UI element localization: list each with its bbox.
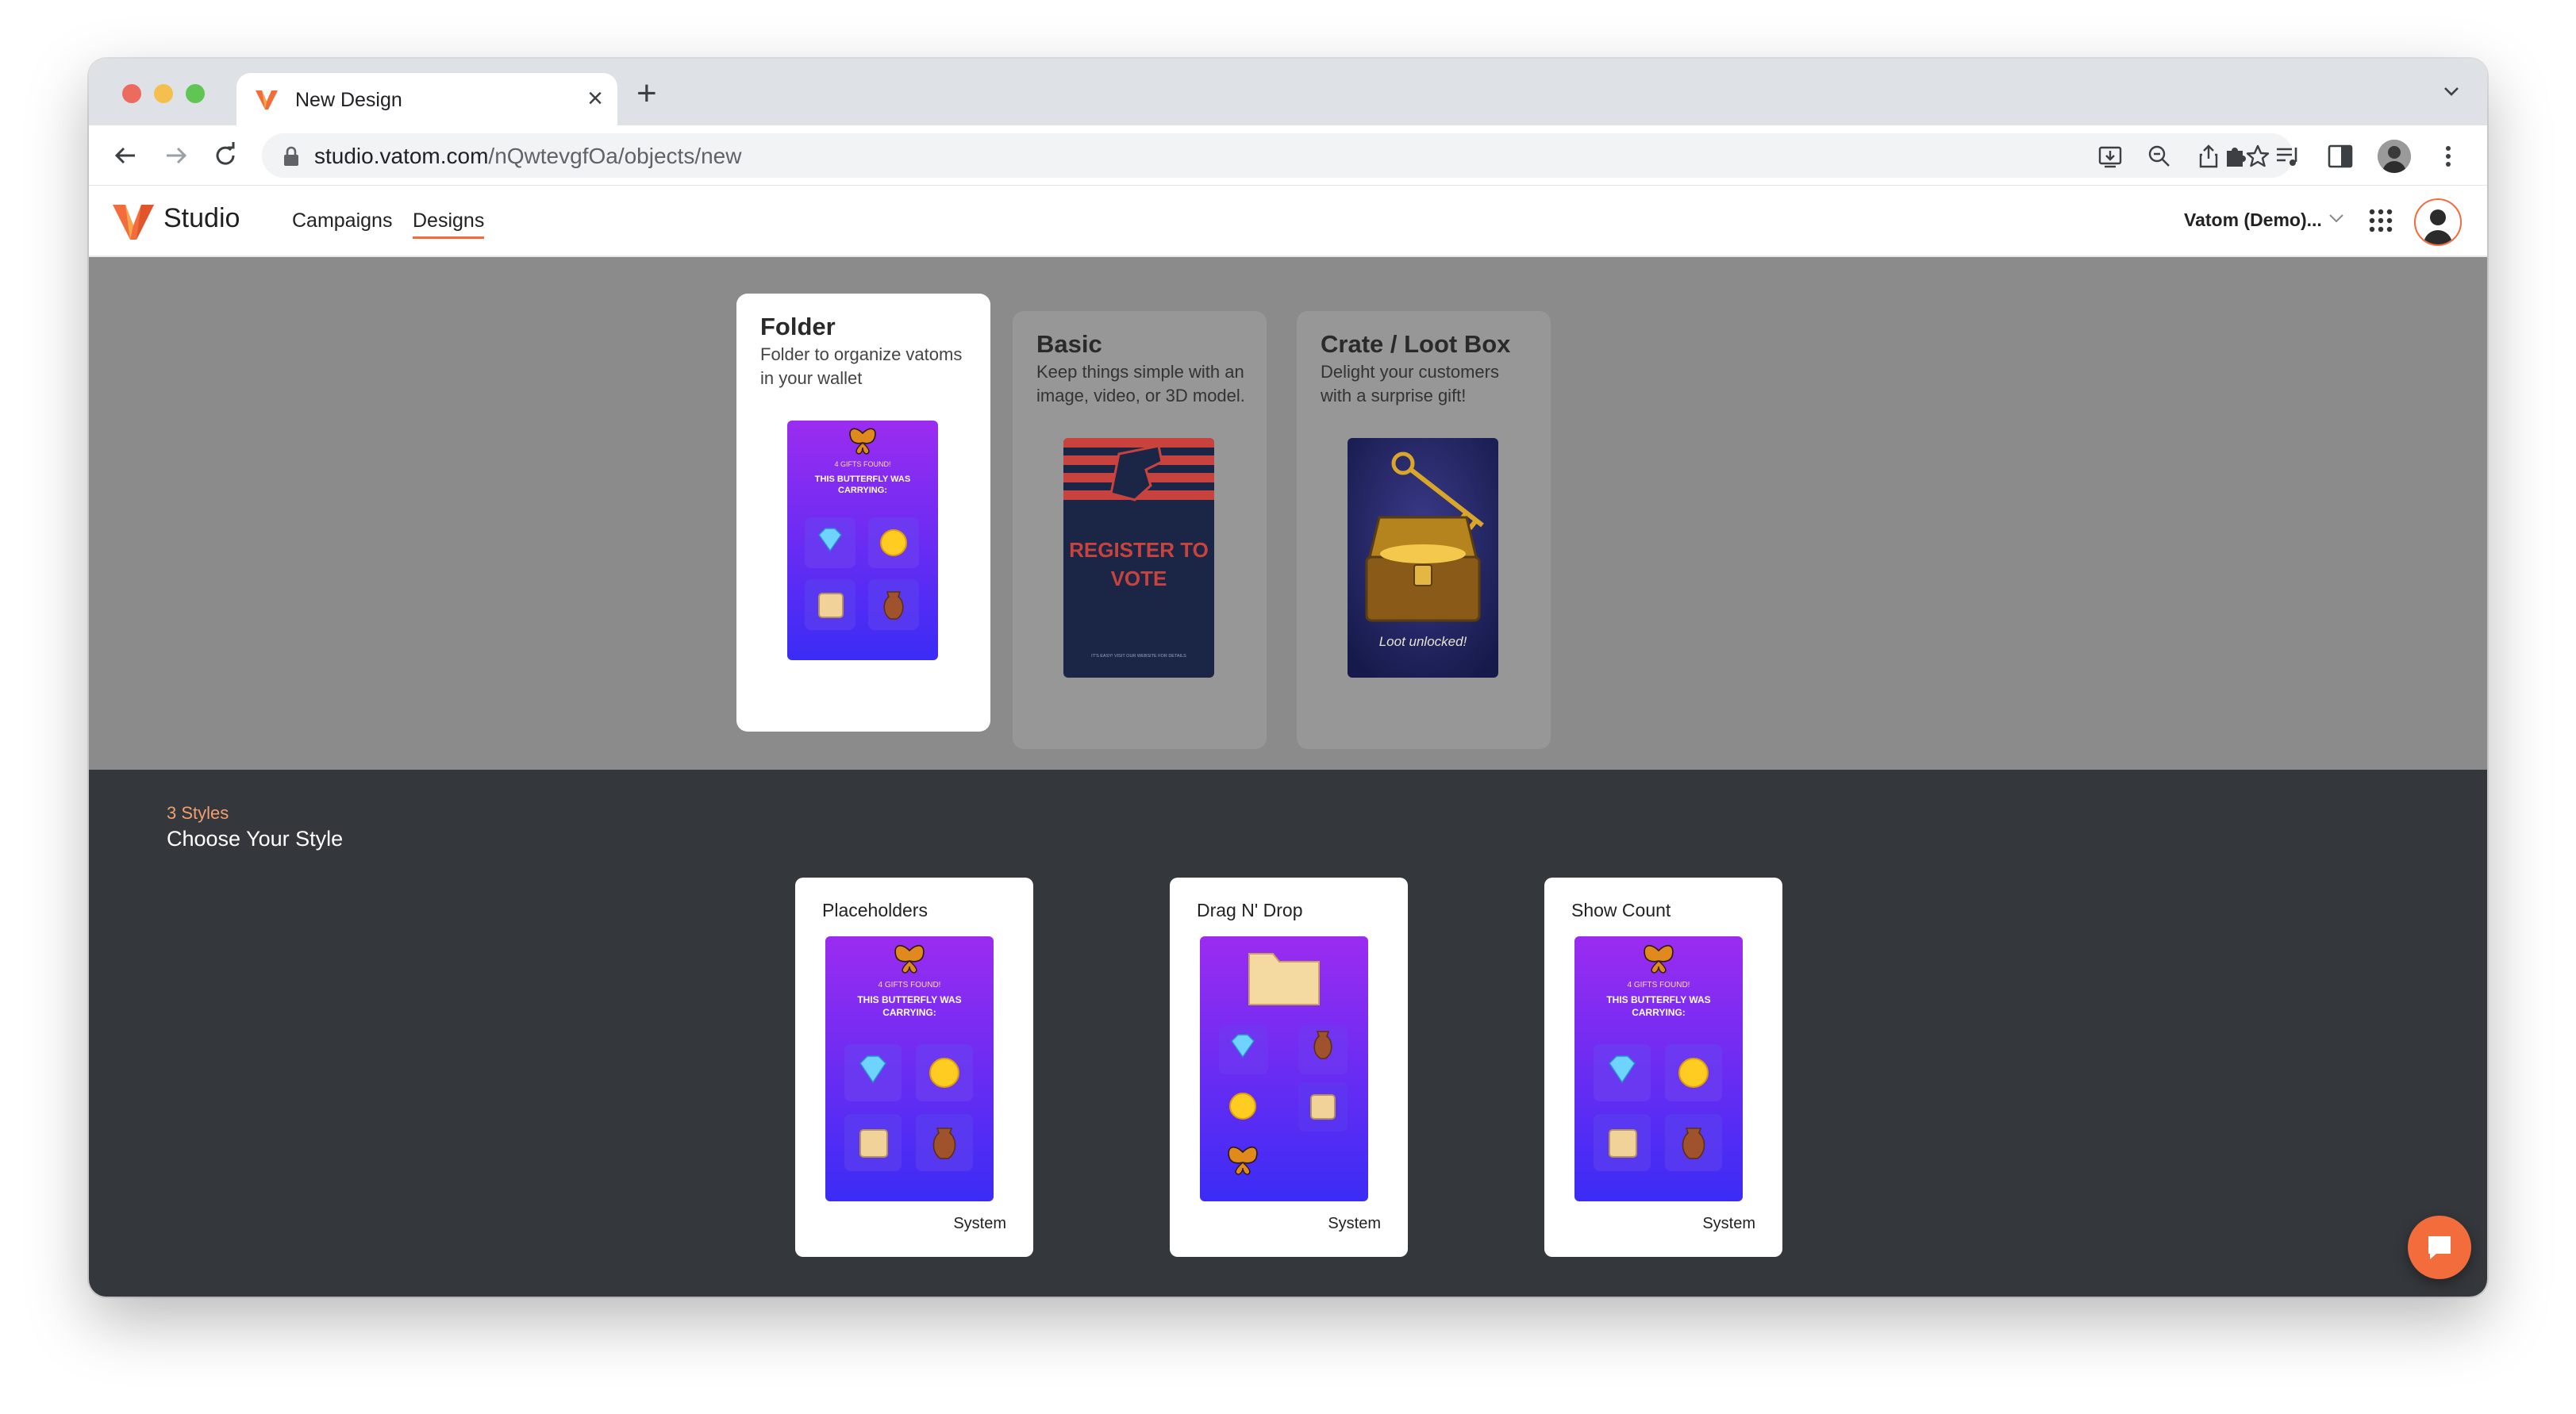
flower-icon bbox=[880, 529, 907, 556]
flower-icon bbox=[1678, 1058, 1709, 1088]
thumb-headline-1: THIS BUTTERFLY WAS bbox=[1606, 994, 1710, 1005]
thumb-headline-2: VOTE bbox=[1111, 567, 1167, 590]
flower-icon bbox=[929, 1058, 959, 1088]
vatom-favicon-icon bbox=[256, 90, 278, 110]
scroll-icon bbox=[859, 1129, 888, 1158]
browser-window: New Design × + studio.vatom.com/nQwtevgf… bbox=[89, 59, 2487, 1297]
scroll-icon bbox=[1310, 1094, 1336, 1120]
lock-icon[interactable] bbox=[283, 146, 300, 167]
side-panel-icon[interactable] bbox=[2325, 141, 2355, 171]
chevron-down-icon[interactable] bbox=[2328, 213, 2344, 224]
tab-search-chevron-icon[interactable] bbox=[2443, 83, 2460, 100]
style-name: Placeholders bbox=[822, 900, 928, 920]
url-path: /nQwtevgfOa/objects/new bbox=[488, 144, 742, 168]
styles-section-title: Choose Your Style bbox=[167, 827, 344, 851]
drag-n-drop-preview-image bbox=[1200, 936, 1368, 1201]
gift-count-text: 4 GIFTS FOUND! bbox=[1628, 981, 1690, 989]
thumb-headline-1: THIS BUTTERFLY WAS bbox=[815, 475, 910, 484]
styles-panel: 3 Styles Choose Your Style Placeholders … bbox=[89, 770, 2487, 1297]
share-icon[interactable] bbox=[2195, 143, 2222, 170]
reload-icon[interactable] bbox=[210, 140, 241, 171]
type-card-folder[interactable]: Folder Folder to organize vatoms in your… bbox=[736, 294, 990, 732]
browser-tab-active[interactable]: New Design × bbox=[236, 73, 617, 125]
url-host: studio.vatom.com bbox=[314, 144, 489, 168]
show-count-preview-image: 4 GIFTS FOUND! THIS BUTTERFLY WAS CARRYI… bbox=[1574, 936, 1743, 1201]
organization-selector[interactable]: Vatom (Demo)... bbox=[2184, 209, 2322, 231]
gift-count-text: 4 GIFTS FOUND! bbox=[879, 981, 941, 989]
minimize-window-button[interactable] bbox=[154, 84, 173, 103]
design-types-overlay: Folder Folder to organize vatoms in your… bbox=[89, 257, 2487, 770]
install-app-icon[interactable] bbox=[2097, 143, 2124, 170]
type-title: Crate / Loot Box bbox=[1321, 330, 1511, 358]
new-tab-button[interactable]: + bbox=[636, 76, 657, 111]
style-name: Drag N' Drop bbox=[1197, 900, 1303, 920]
media-controls-icon[interactable] bbox=[2273, 141, 2303, 171]
thumb-footer: IT'S EASY! VISIT OUR WEBSITE FOR DETAILS bbox=[1091, 654, 1186, 659]
thumb-headline-2: CARRYING: bbox=[838, 486, 887, 495]
gift-count-text: 4 GIFTS FOUND! bbox=[834, 460, 890, 468]
thumb-headline-1: REGISTER TO bbox=[1069, 538, 1209, 562]
style-card-show-count[interactable]: Show Count 4 GIFTS FOUND! THIS BUTTERFLY… bbox=[1544, 878, 1782, 1257]
apps-grid-icon[interactable] bbox=[2368, 208, 2393, 233]
app-header: Studio Campaigns Designs Vatom (Demo)... bbox=[89, 186, 2487, 257]
scroll-icon bbox=[1609, 1129, 1637, 1158]
type-description: Folder to organize vatoms in your wallet bbox=[760, 344, 963, 388]
zoom-out-icon[interactable] bbox=[2146, 143, 2173, 170]
crate-preview-image: Loot unlocked! bbox=[1348, 438, 1498, 678]
browser-menu-kebab-icon[interactable] bbox=[2433, 141, 2463, 171]
nav-designs[interactable]: Designs bbox=[413, 209, 485, 239]
type-description: Delight your customers with a surprise g… bbox=[1321, 362, 1499, 405]
placeholders-preview-image: 4 GIFTS FOUND! THIS BUTTERFLY WAS CARRYI… bbox=[825, 936, 994, 1201]
thumb-headline-1: THIS BUTTERFLY WAS bbox=[857, 994, 961, 1005]
folder-icon bbox=[1248, 953, 1320, 1005]
forward-arrow-icon[interactable] bbox=[160, 140, 192, 171]
browser-toolbar: studio.vatom.com/nQwtevgfOa/objects/new bbox=[89, 125, 2487, 186]
browser-profile-avatar[interactable] bbox=[2378, 140, 2411, 173]
type-title: Basic bbox=[1036, 330, 1102, 358]
type-title: Folder bbox=[760, 313, 836, 340]
type-description: Keep things simple with an image, video,… bbox=[1036, 362, 1245, 405]
app-logo-text[interactable]: Studio bbox=[163, 203, 240, 234]
user-avatar[interactable] bbox=[2414, 198, 2462, 246]
style-card-placeholders[interactable]: Placeholders 4 GIFTS FOUND! THIS BUTTERF… bbox=[795, 878, 1033, 1257]
maximize-window-button[interactable] bbox=[186, 84, 205, 103]
treasure-chest-icon bbox=[1365, 516, 1481, 622]
tab-strip: New Design × + bbox=[89, 59, 2487, 125]
style-source: System bbox=[953, 1215, 1006, 1232]
style-source: System bbox=[1328, 1215, 1381, 1232]
type-card-crate[interactable]: Crate / Loot Box Delight your customers … bbox=[1297, 311, 1551, 749]
chat-bubble-icon bbox=[2428, 1236, 2451, 1259]
address-bar[interactable]: studio.vatom.com/nQwtevgfOa/objects/new bbox=[262, 133, 2293, 178]
basic-preview-image: REGISTER TO VOTE IT'S EASY! VISIT OUR WE… bbox=[1063, 438, 1214, 678]
chat-launcher-button[interactable] bbox=[2408, 1216, 2471, 1279]
close-window-button[interactable] bbox=[122, 84, 141, 103]
back-arrow-icon[interactable] bbox=[110, 140, 141, 171]
flower-icon bbox=[1229, 1093, 1256, 1120]
style-card-drag-n-drop[interactable]: Drag N' Drop System bbox=[1170, 878, 1408, 1257]
vatom-logo-icon[interactable] bbox=[111, 202, 156, 241]
styles-count: 3 Styles bbox=[167, 803, 229, 823]
nav-campaigns[interactable]: Campaigns bbox=[292, 209, 392, 232]
loot-caption: Loot unlocked! bbox=[1379, 634, 1467, 649]
extensions-puzzle-icon[interactable] bbox=[2220, 141, 2251, 171]
tab-title: New Design bbox=[295, 89, 402, 111]
scroll-icon bbox=[818, 593, 844, 618]
style-source: System bbox=[1702, 1215, 1755, 1232]
style-name: Show Count bbox=[1571, 900, 1671, 920]
type-card-basic[interactable]: Basic Keep things simple with an image, … bbox=[1013, 311, 1267, 749]
close-tab-icon[interactable]: × bbox=[587, 84, 603, 113]
thumb-headline-2: CARRYING: bbox=[882, 1007, 936, 1018]
folder-preview-image: 4 GIFTS FOUND! THIS BUTTERFLY WAS CARRYI… bbox=[787, 421, 938, 660]
url-text[interactable]: studio.vatom.com/nQwtevgfOa/objects/new bbox=[314, 144, 741, 169]
thumb-headline-2: CARRYING: bbox=[1632, 1007, 1686, 1018]
